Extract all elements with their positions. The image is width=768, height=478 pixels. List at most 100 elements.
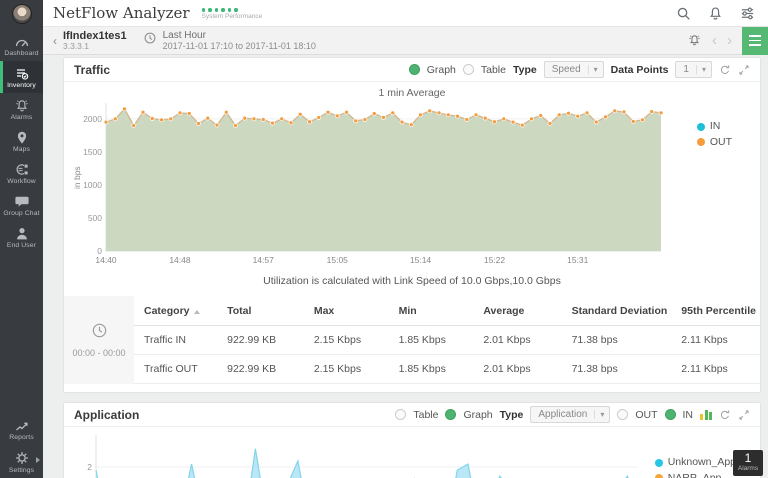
sidebar-item-settings[interactable]: Settings [0,445,43,478]
traffic-stats-zone: 00:00 - 00:00 Category Total Max Min Ave… [64,296,760,384]
application-legend[interactable]: Unknown_App NARP_App SEP_App SKIP_App TC… [654,455,736,478]
app-table-radio[interactable] [395,409,407,420]
period-range: 2017-11-01 17:10 to 2017-11-01 18:10 [162,41,316,52]
col-95th[interactable]: 95th Percentile [671,296,760,326]
svg-text:1000: 1000 [83,180,102,190]
legend-item-in: IN [696,119,732,135]
in-legend-dot [696,122,705,131]
person-icon [0,226,43,241]
alarms-label: Alarms [737,465,759,472]
expand-icon[interactable] [738,409,750,421]
report-chart-icon [0,418,43,433]
datapoints-label: Data Points [610,63,669,76]
application-panel-title: Application [74,407,140,422]
app-out-radio[interactable] [617,409,629,420]
list-check-icon [0,66,43,81]
col-min[interactable]: Min [388,296,474,326]
col-total[interactable]: Total [217,296,304,326]
app-out-radio-label[interactable]: OUT [635,409,657,421]
svg-text:15:22: 15:22 [484,255,506,265]
sidebar-item-reports[interactable]: Reports [0,413,43,445]
alarms-badge[interactable]: 1 Alarms [733,450,763,476]
sidebar-item-label: Alarms [10,114,33,121]
col-category[interactable]: Category [134,296,218,326]
svg-text:1500: 1500 [83,147,102,157]
sidebar-item-label: End User [6,242,37,249]
app-title: NetFlow Analyzer [53,4,190,22]
table-row-traffic-in[interactable]: Traffic IN 922.99 KB 2.15 Kbps 1.85 Kbps… [134,325,760,355]
sidebar-item-dashboard[interactable]: Dashboard [0,30,43,61]
workflow-icon [0,162,43,177]
app-graph-radio[interactable] [445,409,457,420]
legend-item: Unknown_App [654,455,736,471]
datapoints-select[interactable]: 1 ▾ [675,61,712,78]
svg-text:14:57: 14:57 [253,255,275,265]
system-performance[interactable]: System Performance [201,8,263,20]
sidebar-item-workflow[interactable]: Workflow [0,157,43,189]
alarms-count: 1 [744,451,752,465]
app-in-radio-label[interactable]: IN [683,409,694,421]
traffic-table-radio-label[interactable]: Table [481,64,506,76]
main-content: Traffic Graph Table Type Speed ▾ Data Poi… [43,55,768,478]
time-period[interactable]: Last Hour 2017-11-01 17:10 to 2017-11-01… [143,30,316,52]
traffic-table-radio[interactable] [462,64,474,75]
gauge-icon [0,35,43,49]
alarm-bell-icon [0,98,43,113]
refresh-icon[interactable] [719,409,731,421]
app-table-radio-label[interactable]: Table [413,409,438,421]
svg-text:500: 500 [88,213,102,223]
sidebar-item-label: Settings [8,467,35,474]
traffic-legend[interactable]: IN OUT [696,119,732,151]
col-max[interactable]: Max [303,296,389,326]
out-legend-dot [696,138,705,147]
sidebar: Dashboard Inventory Alarms Maps Workflow… [0,0,43,478]
device-header: ‹ IfIndex1tes1 3.3.3.1 Last Hour 2017-11… [43,26,768,55]
user-avatar[interactable] [11,4,32,24]
col-stddev[interactable]: Standard Deviation [561,296,672,326]
svg-text:15:14: 15:14 [410,255,432,265]
search-icon[interactable] [676,6,691,21]
prev-device-chevron-icon[interactable]: ‹ [712,33,717,48]
application-chart[interactable]: 2 [72,433,672,478]
svg-text:14:40: 14:40 [95,255,117,265]
sidebar-item-label: Workflow [7,178,36,185]
sidebar-item-label: Maps [12,146,31,153]
legend-item-out: OUT [696,135,732,151]
traffic-graph-radio-label[interactable]: Graph [427,64,456,76]
sidebar-item-inventory[interactable]: Inventory [0,61,43,93]
sidebar-item-group-chat[interactable]: Group Chat [0,189,43,221]
device-alarm-bell-icon[interactable] [687,33,702,48]
traffic-chart[interactable]: 050010001500200014:40 14:48 14:57 15:05 15:1… [72,101,732,267]
app-graph-radio-label[interactable]: Graph [463,409,492,421]
system-performance-dots [201,8,263,12]
app-in-radio[interactable] [664,409,676,420]
table-row-traffic-out[interactable]: Traffic OUT 922.99 KB 2.15 Kbps 1.85 Kbp… [134,354,760,384]
system-performance-label: System Performance [201,12,263,20]
sidebar-item-end-user[interactable]: End User [0,221,43,253]
sliders-icon[interactable] [740,6,755,21]
time-range-block: 00:00 - 00:00 [64,296,134,384]
sidebar-item-label: Group Chat [3,210,40,217]
views-menu-button[interactable] [742,26,768,55]
col-average[interactable]: Average [473,296,562,326]
topbar: NetFlow Analyzer System Performance [43,0,768,27]
traffic-panel-title: Traffic [74,62,111,77]
svg-text:15:05: 15:05 [327,255,349,265]
app-type-select[interactable]: Application ▾ [530,406,611,423]
clock-icon [91,322,108,344]
chat-bubble-icon [0,194,43,209]
traffic-type-select[interactable]: Speed ▾ [543,61,604,78]
sidebar-item-maps[interactable]: Maps [0,125,43,157]
traffic-graph-radio[interactable] [408,64,420,75]
svg-text:14:48: 14:48 [169,255,191,265]
bell-icon[interactable] [708,6,723,21]
narp-app-legend-dot [654,474,663,478]
chevron-down-icon: ▾ [695,65,711,74]
sidebar-item-label: Dashboard [4,50,39,57]
traffic-panel: Traffic Graph Table Type Speed ▾ Data Poi… [63,57,761,393]
sidebar-item-alarms[interactable]: Alarms [0,93,43,125]
next-device-chevron-icon[interactable]: › [727,33,732,48]
refresh-icon[interactable] [719,64,731,76]
back-chevron-icon[interactable]: ‹ [53,34,57,48]
expand-icon[interactable] [738,64,750,76]
